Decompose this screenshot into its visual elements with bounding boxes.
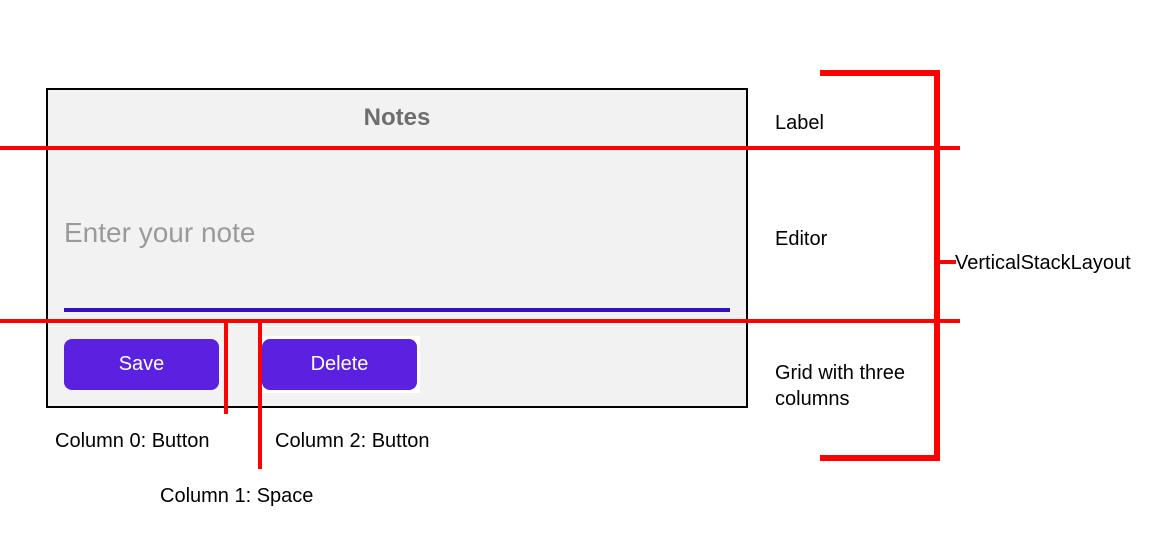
- app-frame: Notes Enter your note Save Delete: [46, 88, 748, 408]
- annotation-bracket: [820, 70, 940, 76]
- annotation-col1: Column 1: Space: [160, 485, 313, 508]
- annotation-line: [258, 319, 262, 469]
- annotation-line: [0, 319, 960, 323]
- annotation-bracket: [820, 455, 940, 461]
- annotation-vstack: VerticalStackLayout: [955, 252, 1131, 275]
- annotation-bracket: [940, 260, 956, 264]
- annotation-col2: Column 2: Button: [275, 430, 430, 453]
- editor-underline: [64, 308, 730, 312]
- page-title: Notes: [364, 104, 431, 132]
- annotation-col0: Column 0: Button: [55, 430, 210, 453]
- button-grid: Save Delete: [48, 322, 746, 406]
- annotation-editor: Editor: [775, 228, 827, 251]
- annotation-label: Label: [775, 112, 824, 135]
- annotation-line: [0, 146, 960, 150]
- editor-placeholder: Enter your note: [64, 217, 255, 249]
- annotation-line: [224, 319, 228, 414]
- annotation-grid: Grid with three columns: [775, 360, 955, 412]
- delete-button-wrap: Delete: [259, 336, 420, 393]
- save-button[interactable]: Save: [64, 339, 219, 390]
- label-row: Notes: [48, 90, 746, 146]
- editor-row: Enter your note: [48, 146, 746, 322]
- note-editor[interactable]: Enter your note: [64, 158, 730, 308]
- delete-button[interactable]: Delete: [262, 339, 417, 390]
